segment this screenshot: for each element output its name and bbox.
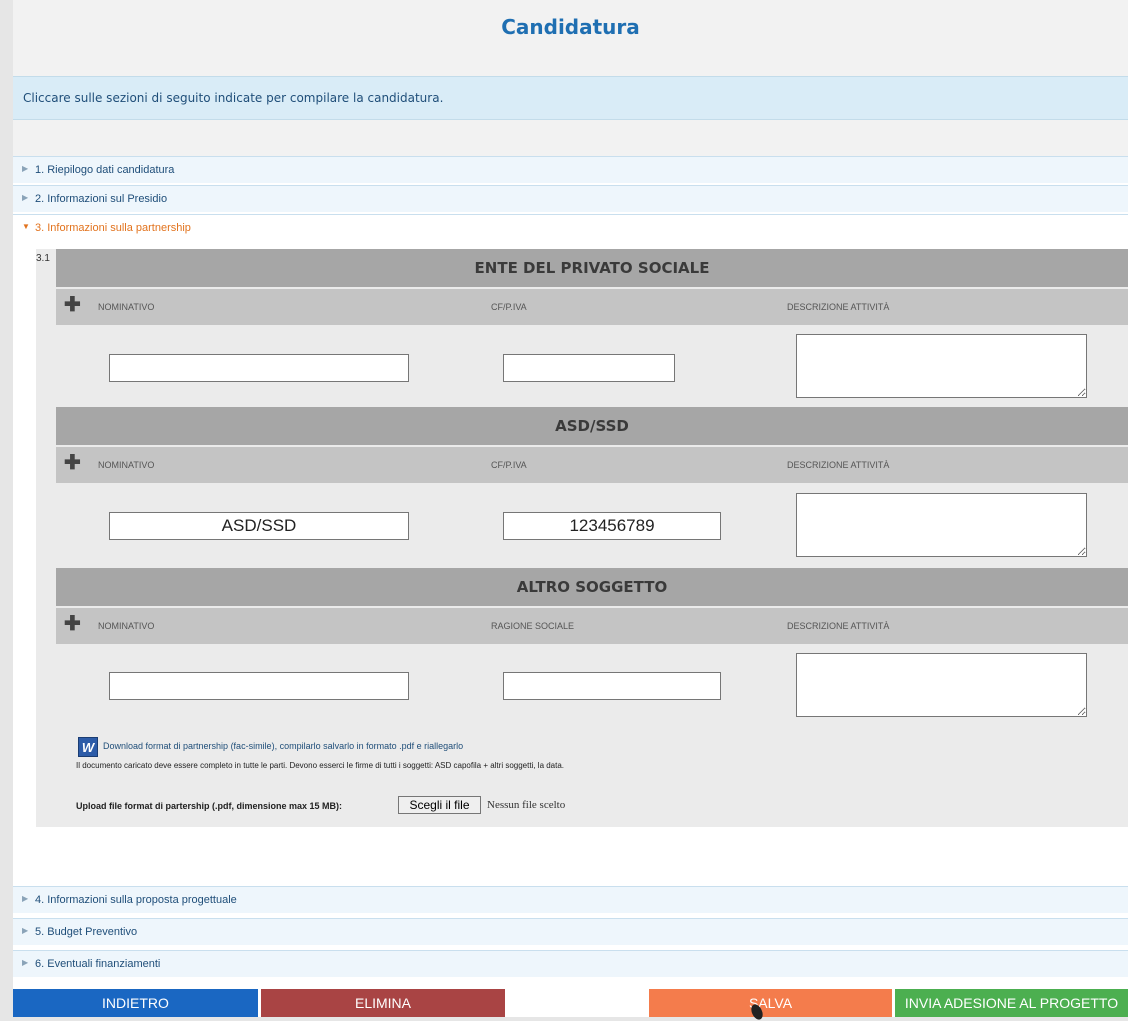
info-text: Cliccare sulle sezioni di seguito indica… xyxy=(23,91,444,105)
plus-icon[interactable]: ✚ xyxy=(64,453,81,473)
upload-label: Upload file format di partership (.pdf, … xyxy=(76,801,343,811)
group-title-ente: ENTE DEL PRIVATO SOCIALE xyxy=(56,249,1128,287)
section-header-1[interactable]: ▶ 1. Riepilogo dati candidatura xyxy=(13,156,1128,183)
descrizione-textarea[interactable] xyxy=(796,493,1087,557)
submit-button[interactable]: INVIA ADESIONE AL PROGETTO xyxy=(895,989,1128,1017)
descrizione-textarea[interactable] xyxy=(796,653,1087,717)
partnership-panel: 3.1 ENTE DEL PRIVATO SOCIALE ✚ NOMINATIV… xyxy=(36,249,1128,827)
nominativo-input[interactable] xyxy=(109,672,409,700)
section-label: 4. Informazioni sulla proposta progettua… xyxy=(35,894,237,906)
column-header-row: ✚ NOMINATIVO RAGIONE SOCIALE DESCRIZIONE… xyxy=(56,608,1128,644)
descrizione-textarea[interactable] xyxy=(796,334,1087,398)
nominativo-input[interactable] xyxy=(109,512,409,540)
page: Candidatura Cliccare sulle sezioni di se… xyxy=(13,0,1128,1017)
spacer xyxy=(13,120,1128,156)
section-label: 6. Eventuali finanziamenti xyxy=(35,958,161,970)
section-header-4[interactable]: ▶ 4. Informazioni sulla proposta progett… xyxy=(13,886,1128,913)
section-header-2[interactable]: ▶ 2. Informazioni sul Presidio xyxy=(13,185,1128,212)
document-note: Il documento caricato deve essere comple… xyxy=(76,761,565,770)
col-descrizione: DESCRIZIONE ATTIVITÀ xyxy=(787,460,890,470)
cf-input[interactable] xyxy=(503,512,721,540)
delete-button[interactable]: ELIMINA xyxy=(261,989,505,1017)
section-header-6[interactable]: ▶ 6. Eventuali finanziamenti xyxy=(13,950,1128,977)
plus-icon[interactable]: ✚ xyxy=(64,295,81,315)
nominativo-input[interactable] xyxy=(109,354,409,382)
col-cf: CF/P.IVA xyxy=(491,302,527,312)
chevron-right-icon: ▶ xyxy=(22,193,29,202)
chevron-right-icon: ▶ xyxy=(22,926,29,935)
chevron-right-icon: ▶ xyxy=(22,958,29,967)
save-button[interactable]: SALVA xyxy=(649,989,892,1017)
info-banner: Cliccare sulle sezioni di seguito indica… xyxy=(13,76,1128,120)
chevron-right-icon: ▶ xyxy=(22,894,29,903)
section-header-5[interactable]: ▶ 5. Budget Preventivo xyxy=(13,918,1128,945)
title-bar: Candidatura xyxy=(13,0,1128,76)
plus-icon[interactable]: ✚ xyxy=(64,614,81,634)
cf-input[interactable] xyxy=(503,354,675,382)
col-cf: CF/P.IVA xyxy=(491,460,527,470)
ragione-sociale-input[interactable] xyxy=(503,672,721,700)
section-label: 3. Informazioni sulla partnership xyxy=(35,222,191,234)
col-nominativo: NOMINATIVO xyxy=(98,460,155,470)
download-link[interactable]: Download format di partnership (fac-simi… xyxy=(103,741,463,751)
col-descrizione: DESCRIZIONE ATTIVITÀ xyxy=(787,302,890,312)
section-label: 2. Informazioni sul Presidio xyxy=(35,193,168,205)
section-header-3[interactable]: ▼ 3. Informazioni sulla partnership xyxy=(13,214,1128,241)
subsection-number: 3.1 xyxy=(36,253,50,264)
group-title-asd: ASD/SSD xyxy=(56,407,1128,445)
column-header-row: ✚ NOMINATIVO CF/P.IVA DESCRIZIONE ATTIVI… xyxy=(56,289,1128,325)
group-title-altro: ALTRO SOGGETTO xyxy=(56,568,1128,606)
back-button[interactable]: INDIETRO xyxy=(13,989,258,1017)
section-label: 5. Budget Preventivo xyxy=(35,926,138,938)
col-descrizione: DESCRIZIONE ATTIVITÀ xyxy=(787,621,890,631)
file-status: Nessun file scelto xyxy=(487,799,566,811)
choose-file-button[interactable]: Scegli il file xyxy=(398,796,481,814)
col-nominativo: NOMINATIVO xyxy=(98,621,155,631)
section-label: 1. Riepilogo dati candidatura xyxy=(35,164,175,176)
chevron-right-icon: ▶ xyxy=(22,164,29,173)
col-nominativo: NOMINATIVO xyxy=(98,302,155,312)
word-document-icon[interactable]: W xyxy=(78,737,98,757)
chevron-down-icon: ▼ xyxy=(22,222,30,231)
page-title: Candidatura xyxy=(501,15,640,39)
column-header-row: ✚ NOMINATIVO CF/P.IVA DESCRIZIONE ATTIVI… xyxy=(56,447,1128,483)
col-ragione-sociale: RAGIONE SOCIALE xyxy=(491,621,575,631)
